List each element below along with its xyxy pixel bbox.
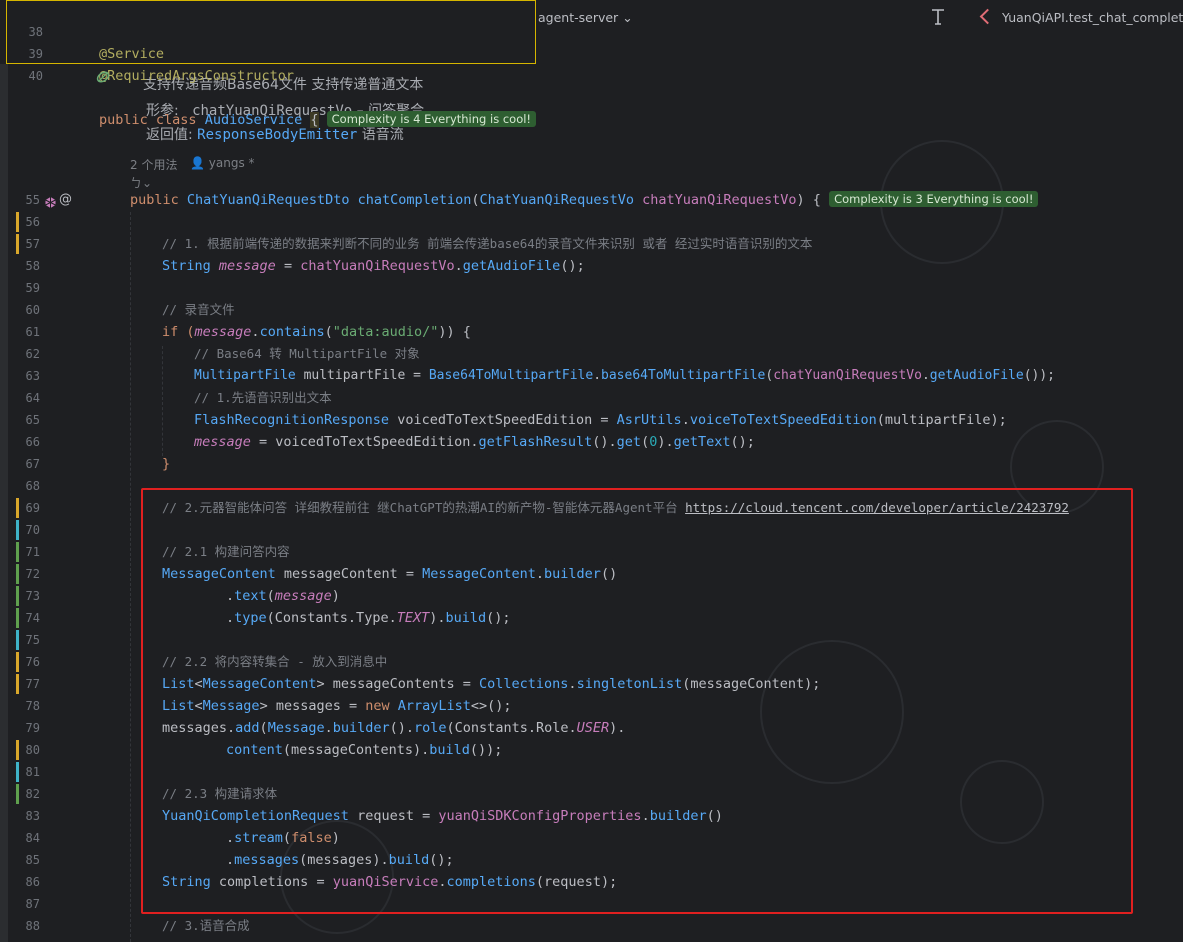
code-comment: // 2.1 构建问答内容 [162, 544, 290, 559]
code-line: YuanQiCompletionRequest request = yuanQi… [162, 808, 723, 824]
toolbar: agent-server ⌄ YuanQiAPI.test_chat_compl… [538, 0, 1183, 36]
code-line: content(messageContents).build()); [226, 742, 503, 758]
project-selector[interactable]: agent-server ⌄ [538, 10, 633, 25]
code-line: message = voicedToTextSpeedEdition.getFl… [194, 434, 755, 450]
usages-hint[interactable]: 2 个用法 [130, 156, 177, 173]
code-line: .type(Constants.Type.TEXT).build(); [226, 610, 511, 626]
tutorial-link[interactable]: https://cloud.tencent.com/developer/arti… [685, 500, 1069, 515]
spring-bean-icon[interactable] [47, 47, 110, 113]
code-line: if (message.contains("data:audio/")) { [162, 324, 471, 340]
complexity-badge: Complexity is 3 Everything is cool! [829, 191, 1039, 207]
code-line: .stream(false) [226, 830, 340, 846]
complexity-badge: Complexity is 4 Everything is cool! [326, 111, 537, 127]
code-line: .text(message) [226, 588, 340, 604]
line-number: 40 [28, 69, 43, 83]
code-comment: // 2.元器智能体问答 详细教程前往 继ChatGPT的热潮AI的新产物-智能… [162, 500, 1069, 515]
code-line: List<Message> messages = new ArrayList<>… [162, 698, 512, 714]
code-line: MultipartFile multipartFile = Base64ToMu… [194, 368, 1055, 383]
code-comment: // 2.2 将内容转集合 - 放入到消息中 [162, 654, 388, 669]
code-comment: // 2.3 构建请求体 [162, 786, 278, 801]
text-tool-icon[interactable] [930, 8, 946, 26]
sticky-scroll-header[interactable]: 38 @Service 39 @RequiredArgsConstructor … [6, 0, 537, 128]
code-line: String completions = yuanQiService.compl… [162, 874, 618, 890]
code-comment: // 1.先语音识别出文本 [194, 390, 332, 405]
chevron-down-icon: ⌄ [622, 10, 633, 25]
code-line: String message = chatYuanQiRequestVo.get… [162, 258, 585, 274]
code-comment: // 录音文件 [162, 302, 235, 317]
code-comment: // 3.语音合成 [162, 918, 250, 933]
code-line: } [162, 456, 171, 472]
code-line: List<MessageContent> messageContents = C… [162, 676, 821, 692]
code-editor[interactable]: 支持传递音频Base64文件 支持传递普通文本 形参: chatYuanQiRe… [0, 0, 1183, 942]
author-hint[interactable]: 👤 yangs * [190, 156, 255, 170]
code-comment: // Base64 转 MultipartFile 对象 [194, 346, 420, 361]
code-line: MessageContent messageContent = MessageC… [162, 566, 618, 582]
method-signature: public ChatYuanQiRequestDto chatCompleti… [130, 189, 1039, 211]
user-icon: 👤 [190, 156, 205, 170]
code-line: messages.add(Message.builder().role(Cons… [162, 720, 626, 736]
annotation-required-args: @RequiredArgsConstructor [99, 68, 295, 84]
class-declaration: public class AudioService { Complexity i… [99, 109, 537, 131]
code-line: FlashRecognitionResponse voicedToTextSpe… [194, 412, 1007, 428]
code-line: .messages(messages).build(); [226, 852, 454, 868]
run-configuration[interactable]: YuanQiAPI.test_chat_completion [980, 10, 1183, 25]
code-comment: // 1. 根据前端传递的数据来判断不同的业务 前端会传递base64的录音文件… [162, 236, 813, 251]
